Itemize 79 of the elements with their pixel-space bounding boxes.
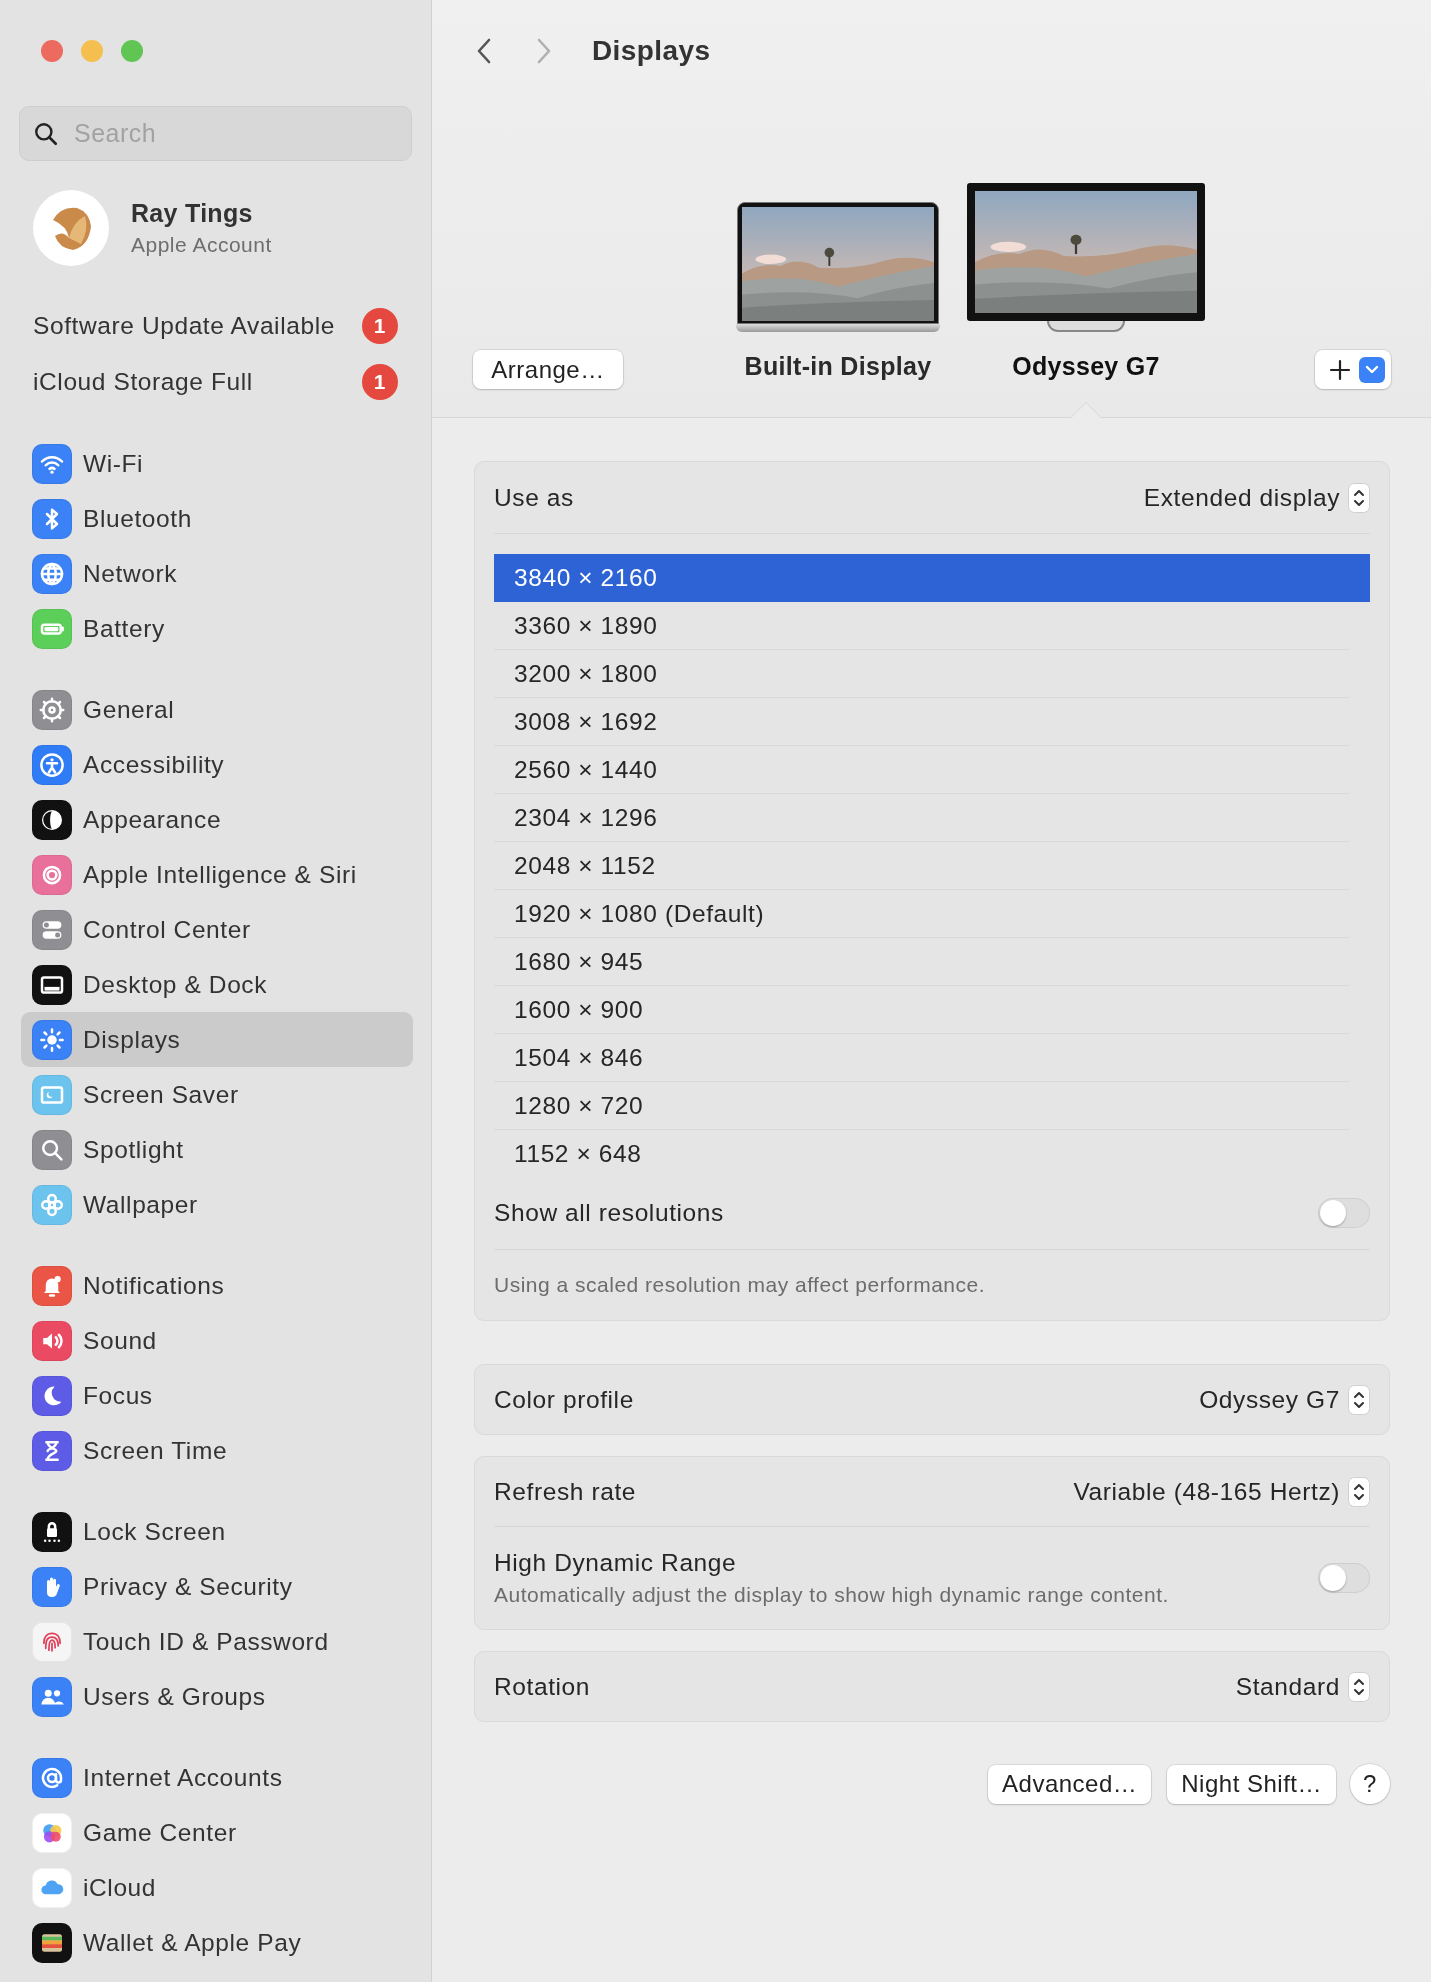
setting-description: Automatically adjust the display to show high dynamic range content.: [494, 1583, 1169, 1607]
arrange-button[interactable]: Arrange…: [473, 350, 623, 389]
resolution-option[interactable]: 1920 × 1080 (Default): [494, 890, 1349, 938]
sidebar-item[interactable]: Wallpaper: [21, 1177, 413, 1232]
sidebar-item[interactable]: Apple Intelligence & Siri: [21, 847, 413, 902]
dialog-button[interactable]: Night Shift…: [1167, 1764, 1336, 1804]
sidebar-item[interactable]: Privacy & Security: [21, 1559, 413, 1614]
dialog-button[interactable]: Advanced…: [988, 1764, 1152, 1804]
display-name[interactable]: Odyssey G7: [1012, 352, 1160, 381]
setting-label: Show all resolutions: [494, 1199, 724, 1227]
help-button[interactable]: ?: [1350, 1764, 1390, 1804]
chevron-updown-icon: [1348, 1671, 1370, 1702]
sidebar-item[interactable]: General: [21, 682, 413, 737]
hint-text: Using a scaled resolution may affect performance.: [493, 1272, 986, 1298]
popup-button[interactable]: Standard: [1235, 1671, 1370, 1702]
chevron-updown-icon: [1348, 1476, 1370, 1507]
sidebar-item[interactable]: Sound: [21, 1313, 413, 1368]
sidebar-item[interactable]: Focus: [21, 1368, 413, 1423]
sidebar-item[interactable]: Screen Saver: [21, 1067, 413, 1122]
popup-button[interactable]: Extended display: [1143, 482, 1370, 513]
sidebar-item[interactable]: Notifications: [21, 1258, 413, 1313]
sidebar-item[interactable]: Users & Groups: [21, 1669, 413, 1724]
sidebar-item[interactable]: Game Center: [21, 1805, 413, 1860]
resolution-option[interactable]: 2304 × 1296: [494, 794, 1349, 842]
sidebar-item[interactable]: Screen Time: [21, 1423, 413, 1478]
plus-icon: [1329, 358, 1351, 381]
count-badge: 1: [362, 364, 398, 400]
back-icon[interactable]: [476, 37, 492, 65]
alert-item[interactable]: iCloud Storage Full: [33, 368, 253, 396]
chevron-down-icon: [1359, 356, 1385, 383]
page-title: Displays: [592, 35, 711, 67]
resolution-option[interactable]: 3360 × 1890: [494, 602, 1349, 650]
chevron-updown-icon: [1348, 482, 1370, 513]
toggle-switch[interactable]: [1318, 1198, 1370, 1228]
sidebar-item[interactable]: Bluetooth: [21, 491, 413, 546]
sidebar-item[interactable]: Touch ID & Password: [21, 1614, 413, 1669]
sidebar-item[interactable]: Wi-Fi: [21, 436, 413, 491]
sidebar-item[interactable]: iCloud: [21, 1860, 413, 1915]
setting-label: Color profile: [494, 1385, 634, 1414]
zoom-button[interactable]: [121, 40, 143, 62]
search-icon: [33, 121, 59, 147]
add-display-button[interactable]: [1315, 350, 1391, 389]
sidebar-item[interactable]: Lock Screen: [21, 1504, 413, 1559]
alert-item[interactable]: Software Update Available: [33, 312, 335, 340]
count-badge: 1: [362, 308, 398, 344]
resolution-option[interactable]: 1280 × 720: [494, 1082, 1349, 1130]
resolution-option[interactable]: 1504 × 846: [494, 1034, 1349, 1082]
resolution-option[interactable]: 3008 × 1692: [494, 698, 1349, 746]
setting-label: Use as: [494, 483, 574, 512]
resolution-option[interactable]: 3200 × 1800: [494, 650, 1349, 698]
setting-label: Refresh rate: [494, 1477, 636, 1506]
popup-button[interactable]: Odyssey G7: [1199, 1384, 1370, 1415]
sidebar-item[interactable]: Appearance: [21, 792, 413, 847]
sidebar-item[interactable]: Internet Accounts: [21, 1750, 413, 1805]
minimize-button[interactable]: [81, 40, 103, 62]
resolution-option[interactable]: 1680 × 945: [494, 938, 1349, 986]
close-button[interactable]: [41, 40, 63, 62]
sidebar-item[interactable]: Battery: [21, 601, 413, 656]
sidebar-item[interactable]: Wallet & Apple Pay: [21, 1915, 413, 1970]
resolution-option[interactable]: 1600 × 900: [494, 986, 1349, 1034]
setting-label: Rotation: [494, 1672, 591, 1701]
sidebar-item[interactable]: Displays: [21, 1012, 413, 1067]
resolution-option[interactable]: 2048 × 1152: [494, 842, 1349, 890]
chevron-updown-icon: [1348, 1384, 1370, 1415]
monitor-screen[interactable]: [967, 183, 1205, 321]
sidebar-item[interactable]: Control Center: [21, 902, 413, 957]
sidebar-item[interactable]: Desktop & Dock: [21, 957, 413, 1012]
resolution-option[interactable]: 2560 × 1440: [494, 746, 1349, 794]
display-name[interactable]: Built-in Display: [744, 352, 932, 381]
account-name: Ray Tings: [131, 199, 254, 228]
sidebar-item[interactable]: Spotlight: [21, 1122, 413, 1177]
account-subtitle: Apple Account: [131, 233, 272, 257]
sidebar-item[interactable]: Accessibility: [21, 737, 413, 792]
popup-button[interactable]: Variable (48-165 Hertz): [1073, 1476, 1370, 1507]
sidebar-item[interactable]: Network: [21, 546, 413, 601]
resolution-option[interactable]: 1152 × 648: [494, 1130, 1349, 1177]
toggle-switch[interactable]: [1318, 1563, 1370, 1593]
setting-label: High Dynamic Range: [494, 1549, 738, 1577]
resolution-option[interactable]: 3840 × 2160: [494, 554, 1370, 602]
